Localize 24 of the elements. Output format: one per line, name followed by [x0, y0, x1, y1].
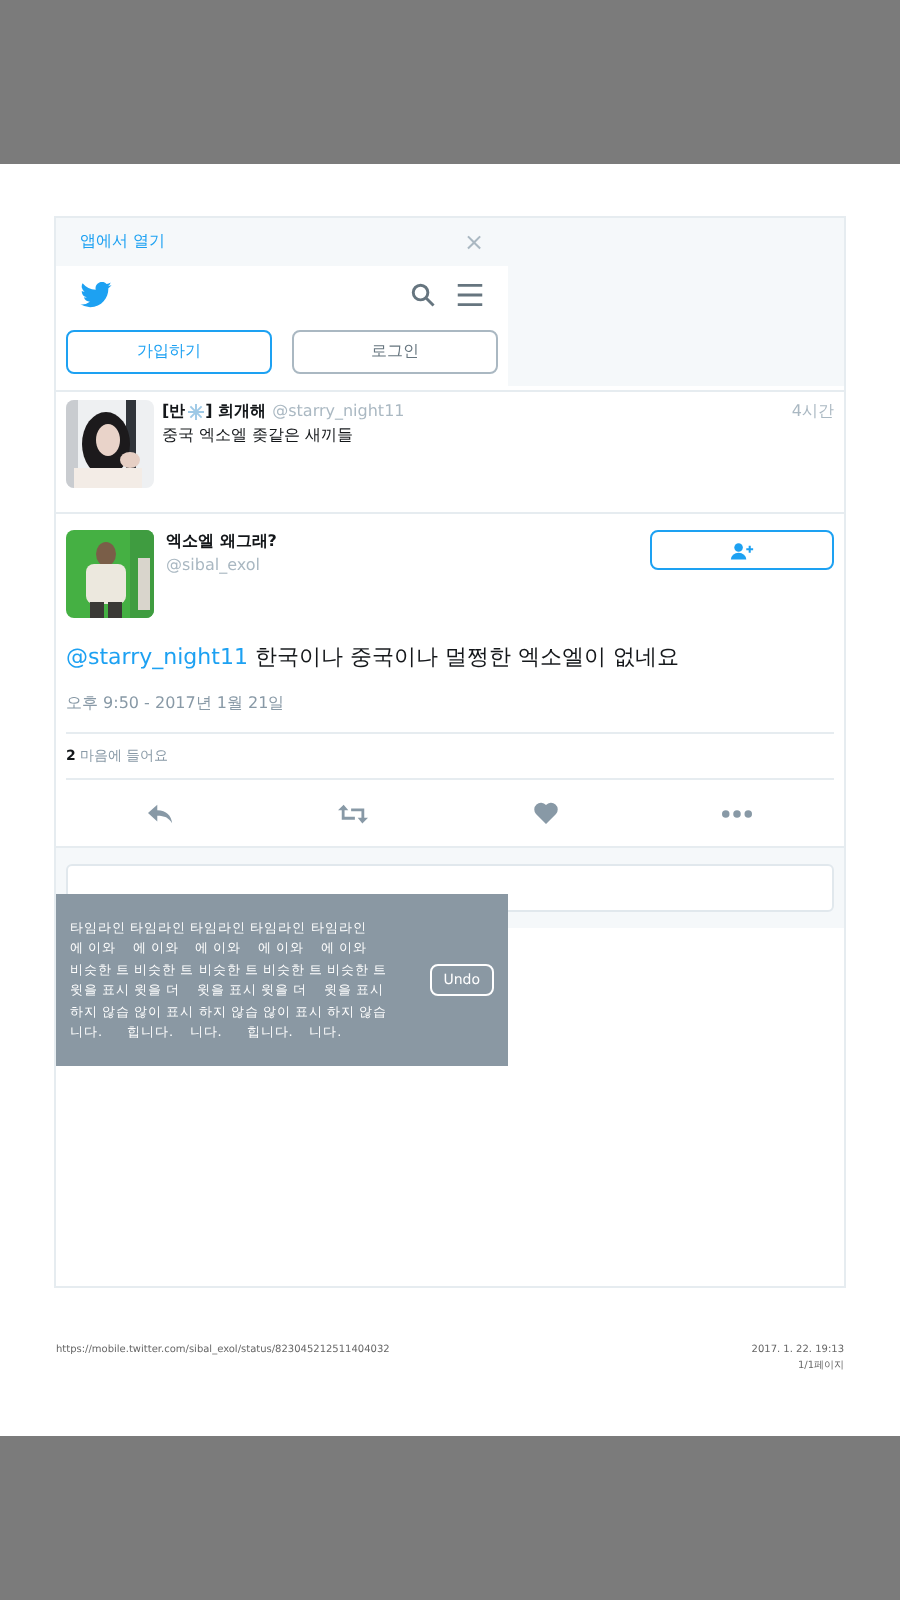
- heart-icon[interactable]: [533, 802, 558, 824]
- search-icon[interactable]: [410, 281, 436, 307]
- login-button[interactable]: 로그인: [292, 330, 498, 374]
- signup-button[interactable]: 가입하기: [66, 330, 272, 374]
- snowflake-icon: [187, 404, 204, 420]
- author-name: [반: [162, 400, 186, 424]
- menu-icon[interactable]: [456, 281, 484, 307]
- close-button[interactable]: ×: [463, 230, 484, 254]
- open-in-app-link[interactable]: 앱에서 열기: [80, 230, 166, 254]
- tweet-time: 4시간: [791, 400, 834, 424]
- retweet-icon[interactable]: [338, 803, 369, 823]
- mention-link[interactable]: @starry_night11: [66, 644, 248, 670]
- reply-icon[interactable]: [148, 803, 175, 823]
- author-handle: @sibal_exol: [166, 554, 262, 578]
- author-name: ] 희개해: [205, 400, 267, 424]
- tweet-text: @starry_night11 한국이나 중국이나 멀쩡한 엑소엘이 없네요: [66, 642, 681, 674]
- tweet-timestamp: 오후 9:50 - 2017년 1월 21일: [66, 691, 287, 715]
- bird-logo-icon[interactable]: [80, 281, 112, 307]
- author-handle: @starry_night11: [272, 400, 405, 424]
- author-name: 엑소엘 왜그래?: [166, 530, 279, 554]
- tweet-text: 중국 엑소엘 좆같은 새끼들: [162, 424, 356, 448]
- add-user-icon: [730, 541, 754, 559]
- follow-button[interactable]: [650, 530, 834, 570]
- more-icon[interactable]: [721, 809, 752, 817]
